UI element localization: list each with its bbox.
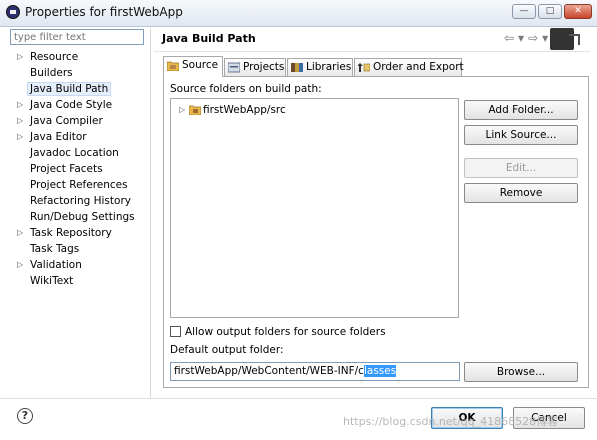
nav-item-label: Builders [30,67,73,79]
output-path-selected-text: lasses [363,365,397,377]
nav-item-javadoc-location[interactable]: Javadoc Location [10,145,150,161]
nav-item-run-debug-settings[interactable]: Run/Debug Settings [10,209,150,225]
page-title: Java Build Path [162,32,256,45]
title-bar: Properties for firstWebApp — □ ✕ [0,0,597,27]
tab-label: Source [182,59,219,71]
nav-item-resource[interactable]: ▷ Resource [10,49,150,65]
nav-item-label: Java Build Path [27,82,112,96]
tab-order-and-export[interactable]: Order and Export [354,58,464,76]
expand-arrow-icon[interactable]: ▷ [17,129,23,145]
nav-item-label: Java Editor [30,131,87,143]
browse-button[interactable]: Browse... [464,362,578,382]
output-path-text: firstWebApp/WebContent/WEB-INF/c [174,365,364,377]
tab-libraries[interactable]: Libraries [287,58,353,76]
footer-separator [0,398,597,399]
back-forward-icon[interactable]: ⇦▾⇨▾ [504,31,552,45]
nav-item-label: Project Facets [30,163,103,175]
package-folder-icon [189,105,201,115]
tree-item-label: firstWebApp/src [203,104,286,116]
nav-item-validation[interactable]: ▷ Validation [10,257,150,273]
nav-item-task-repository[interactable]: ▷ Task Repository [10,225,150,241]
ok-button[interactable]: OK [431,407,503,429]
source-folders-tree[interactable]: ▷ firstWebApp/src [170,98,459,318]
nav-item-label: Run/Debug Settings [30,211,135,223]
source-folder-icon [167,61,179,71]
remove-button[interactable]: Remove [464,183,578,203]
nav-item-task-tags[interactable]: Task Tags [10,241,150,257]
eclipse-app-icon [6,5,20,19]
link-source-button[interactable]: Link Source... [464,125,578,145]
projects-icon [228,62,240,73]
expand-arrow-icon[interactable]: ▷ [17,49,23,65]
nav-item-label: Project References [30,179,128,191]
filter-input[interactable] [10,29,144,45]
expand-arrow-icon[interactable]: ▷ [17,113,23,129]
nav-item-label: Java Code Style [30,99,113,111]
maximize-button[interactable]: □ [538,4,562,19]
nav-item-label: Task Repository [30,227,112,239]
nav-item-label: Java Compiler [30,115,103,127]
tab-label: Libraries [306,61,352,73]
nav-item-wikitext[interactable]: WikiText [10,273,150,289]
view-menu-icon[interactable] [550,28,580,50]
nav-item-label: Task Tags [30,243,80,255]
nav-item-label: Resource [30,51,79,63]
tab-label: Projects [243,61,285,73]
expand-arrow-icon[interactable]: ▷ [179,102,185,118]
page-header: Java Build Path ⇦▾⇨▾ [154,28,597,50]
property-page-list: ▷ Resource Builders Java Build Path ▷ Java… [10,49,150,289]
tab-projects[interactable]: Projects [224,58,286,76]
window-title: Properties for firstWebApp [25,5,183,19]
allow-output-folders-option[interactable]: Allow output folders for source folders [170,325,386,339]
minimize-button[interactable]: — [512,4,536,19]
nav-item-label: Refactoring History [30,195,131,207]
order-export-icon [358,63,370,72]
nav-item-java-build-path[interactable]: Java Build Path [10,81,150,97]
sash-divider[interactable] [150,28,151,398]
default-output-folder-input[interactable]: firstWebApp/WebContent/WEB-INF/classes [170,362,460,381]
nav-item-java-editor[interactable]: ▷ Java Editor [10,129,150,145]
source-folders-label: Source folders on build path: [170,83,322,95]
libraries-icon [291,63,303,72]
add-folder-button[interactable]: Add Folder... [464,100,578,120]
tab-source[interactable]: Source [163,56,223,77]
expand-arrow-icon[interactable]: ▷ [17,225,23,241]
nav-item-project-references[interactable]: Project References [10,177,150,193]
nav-item-label: Javadoc Location [30,147,119,159]
nav-item-label: Validation [30,259,82,271]
nav-item-builders[interactable]: Builders [10,65,150,81]
nav-item-project-facets[interactable]: Project Facets [10,161,150,177]
header-separator [154,51,590,52]
nav-item-refactoring-history[interactable]: Refactoring History [10,193,150,209]
tab-label: Order and Export [373,61,464,73]
allow-output-folders-checkbox[interactable] [170,326,181,337]
default-output-folder-label: Default output folder: [170,344,284,356]
edit-button[interactable]: Edit... [464,158,578,178]
help-icon[interactable]: ? [17,408,33,424]
tree-item-firstwebapp-src[interactable]: ▷ firstWebApp/src [177,102,286,118]
expand-arrow-icon[interactable]: ▷ [17,97,23,113]
nav-item-label: WikiText [30,275,74,287]
nav-item-java-compiler[interactable]: ▷ Java Compiler [10,113,150,129]
close-button[interactable]: ✕ [564,4,592,19]
nav-item-java-code-style[interactable]: ▷ Java Code Style [10,97,150,113]
allow-output-folders-label: Allow output folders for source folders [185,326,386,338]
expand-arrow-icon[interactable]: ▷ [17,257,23,273]
cancel-button[interactable]: Cancel [513,407,585,429]
